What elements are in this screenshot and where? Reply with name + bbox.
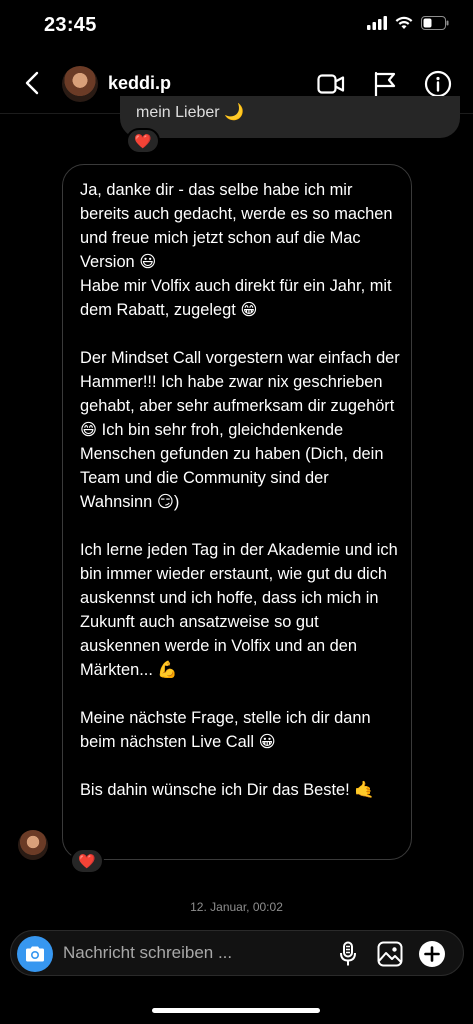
wifi-icon (395, 16, 413, 29)
report-button[interactable] (370, 70, 400, 98)
info-icon (424, 70, 452, 98)
message-bubble[interactable]: Ja, danke dir - das selbe habe ich mir b… (62, 164, 412, 860)
previous-message-bubble[interactable]: mein Lieber 🌙 (120, 96, 460, 138)
gallery-button[interactable] (375, 939, 405, 969)
status-time: 23:45 (44, 14, 97, 36)
sender-avatar[interactable] (18, 830, 48, 860)
camera-icon (26, 946, 44, 962)
video-call-button[interactable] (316, 70, 346, 98)
message-input[interactable] (63, 939, 313, 967)
image-icon (377, 941, 403, 967)
contact-avatar[interactable] (62, 66, 98, 102)
flag-icon (374, 71, 396, 97)
status-bar: 23:45 (0, 0, 473, 54)
cellular-signal-icon (367, 16, 387, 30)
message-text: Ja, danke dir - das selbe habe ich mir b… (80, 181, 400, 799)
message-reaction[interactable]: ❤️ (70, 848, 104, 874)
info-button[interactable] (423, 70, 453, 98)
battery-icon (421, 16, 449, 30)
previous-message-reaction[interactable]: ❤️ (126, 128, 160, 154)
contact-username[interactable]: keddi.p (108, 73, 171, 94)
voice-message-button[interactable] (333, 939, 363, 969)
back-button[interactable] (18, 68, 46, 98)
chevron-left-icon (25, 71, 39, 95)
more-options-button[interactable] (417, 939, 447, 969)
previous-message-text: mein Lieber 🌙 (136, 104, 244, 121)
status-icons (367, 16, 449, 30)
plus-circle-icon (419, 941, 445, 967)
microphone-icon (340, 941, 356, 966)
message-composer (10, 930, 464, 976)
camera-button[interactable] (17, 936, 53, 972)
message-timestamp: 12. Januar, 00:02 (190, 900, 283, 914)
video-camera-icon (317, 74, 345, 94)
home-indicator[interactable] (152, 1008, 320, 1013)
